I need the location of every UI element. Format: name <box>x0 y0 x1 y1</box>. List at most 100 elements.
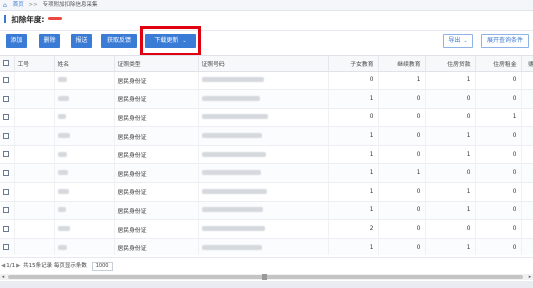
submit-button[interactable]: 报送 <box>71 34 92 48</box>
delete-button[interactable]: 删除 <box>39 34 60 48</box>
prev-page-icon[interactable]: ◀ <box>1 263 5 269</box>
row-checkbox-cell[interactable] <box>0 182 15 202</box>
cell-employee-no <box>14 71 55 91</box>
cell-id-type: 居民身份证 <box>114 163 199 184</box>
row-checkbox-cell[interactable] <box>0 126 15 146</box>
row-checkbox[interactable] <box>3 188 9 195</box>
row-checkbox-cell[interactable] <box>0 108 15 128</box>
page-size-input[interactable]: 1000 <box>91 262 113 271</box>
cell-housing-loan: 0 <box>425 108 476 128</box>
redacted-name <box>57 226 70 232</box>
cell-continuing-education: 0 <box>378 238 426 255</box>
home-icon[interactable]: ⌂ <box>3 3 9 9</box>
cell-housing-rent: 1 <box>475 108 522 128</box>
export-dropdown[interactable]: 导出 ⌄ <box>443 34 473 48</box>
cell-name <box>54 126 115 146</box>
breadcrumb: ⌂ 首页 >> 专项附加扣除信息采集 <box>0 0 533 11</box>
scroll-left-icon[interactable]: ◂ <box>0 274 6 280</box>
cell-employee-no <box>14 182 55 202</box>
row-checkbox[interactable] <box>3 244 9 251</box>
redacted-name <box>57 114 66 120</box>
scrollbar-grip[interactable] <box>262 274 267 280</box>
next-page-icon[interactable]: ▶ <box>16 263 20 269</box>
cell-name <box>54 145 115 165</box>
table-row[interactable]: 居民身份证10101报送成 <box>0 238 533 255</box>
column-header-housing-rent[interactable]: 住房租金 <box>475 56 522 72</box>
row-checkbox-cell[interactable] <box>0 145 15 165</box>
breadcrumb-home-link[interactable]: 首页 <box>13 2 24 8</box>
cell-employee-no <box>14 145 55 165</box>
row-checkbox-cell[interactable] <box>0 163 15 184</box>
deduction-year-value-redacted[interactable] <box>47 17 62 20</box>
cell-continuing-education: 1 <box>378 163 426 184</box>
cell-housing-rent: 0 <box>475 182 522 202</box>
row-checkbox[interactable] <box>3 151 9 158</box>
cell-housing-rent: 0 <box>475 219 522 239</box>
redacted-name <box>57 151 67 157</box>
column-header-id-type[interactable]: 证照类型 <box>114 56 199 72</box>
row-checkbox[interactable] <box>3 225 9 232</box>
select-all-checkbox-cell[interactable] <box>0 56 15 72</box>
select-all-checkbox[interactable] <box>3 60 9 66</box>
cell-name <box>54 71 115 91</box>
column-header-elderly-support[interactable]: 赡养老人 <box>521 56 533 72</box>
cell-id-type: 居民身份证 <box>114 219 199 239</box>
cell-elderly-support: 1 <box>521 89 533 109</box>
table-row[interactable]: 居民身份证10101报送成 <box>0 126 533 146</box>
cell-children-education: 1 <box>328 238 379 255</box>
cell-id-number <box>198 163 329 184</box>
deduction-year-row: 扣除年度: <box>0 14 62 26</box>
row-checkbox[interactable] <box>3 207 9 214</box>
table-row[interactable]: 居民身份证10101报送成 <box>0 201 533 221</box>
fetch-feedback-button[interactable]: 获取反馈 <box>101 34 137 48</box>
row-checkbox-cell[interactable] <box>0 71 15 91</box>
table-row[interactable]: 居民身份证10001报送成 <box>0 89 533 109</box>
cell-continuing-education: 0 <box>378 126 426 146</box>
table-row[interactable]: 居民身份证10101报送成 <box>0 182 533 202</box>
cell-housing-loan: 1 <box>425 145 476 165</box>
cell-housing-rent: 0 <box>475 145 522 165</box>
column-header-id-number[interactable]: 证照号码 <box>198 56 329 72</box>
cell-elderly-support: 1 <box>521 201 533 221</box>
column-header-name[interactable]: 姓名 <box>54 56 115 72</box>
cell-employee-no <box>14 108 55 128</box>
table-row[interactable]: 居民身份证10100报送成 <box>0 145 533 165</box>
cell-elderly-support: 1 <box>521 182 533 202</box>
table-row[interactable]: 居民身份证01101报送成 <box>0 71 533 91</box>
cell-continuing-education: 0 <box>378 182 426 202</box>
add-button[interactable]: 添加 <box>6 34 27 48</box>
cell-id-type: 居民身份证 <box>114 126 199 146</box>
redacted-id-number <box>201 226 265 232</box>
row-checkbox[interactable] <box>3 77 9 84</box>
cell-housing-rent: 0 <box>475 201 522 221</box>
row-checkbox[interactable] <box>3 132 9 139</box>
cell-id-number <box>198 126 329 146</box>
horizontal-scrollbar[interactable]: ◂ ▸ <box>0 274 533 280</box>
column-header-employee-no[interactable]: 工号 <box>14 56 55 72</box>
row-checkbox-cell[interactable] <box>0 89 15 109</box>
column-header-housing-loan[interactable]: 住房贷款 <box>425 56 476 72</box>
export-label: 导出 <box>448 37 461 44</box>
scroll-right-icon[interactable]: ▸ <box>527 274 533 280</box>
cell-id-type: 居民身份证 <box>114 201 199 221</box>
cell-elderly-support: 1 <box>521 219 533 239</box>
redacted-id-number <box>201 95 260 101</box>
table-row[interactable]: 居民身份证00011报送成 <box>0 108 533 128</box>
cell-name <box>54 163 115 184</box>
row-checkbox-cell[interactable] <box>0 201 15 221</box>
expand-search-button[interactable]: 展开查询条件 <box>481 34 529 48</box>
row-checkbox[interactable] <box>3 170 9 177</box>
cell-id-number <box>198 89 329 109</box>
cell-housing-loan: 1 <box>425 71 476 91</box>
row-checkbox[interactable] <box>3 114 9 121</box>
cell-id-type: 居民身份证 <box>114 89 199 109</box>
cell-children-education: 2 <box>328 219 379 239</box>
row-checkbox-cell[interactable] <box>0 219 15 239</box>
cell-housing-loan: 0 <box>425 219 476 239</box>
table-row[interactable]: 居民身份证20001报送成 <box>0 219 533 239</box>
column-header-children-education[interactable]: 子女教育 <box>328 56 379 72</box>
table-row[interactable]: 居民身份证11000报送成 <box>0 163 533 184</box>
column-header-continuing-education[interactable]: 继续教育 <box>378 56 426 72</box>
row-checkbox-cell[interactable] <box>0 238 15 255</box>
row-checkbox[interactable] <box>3 95 9 102</box>
